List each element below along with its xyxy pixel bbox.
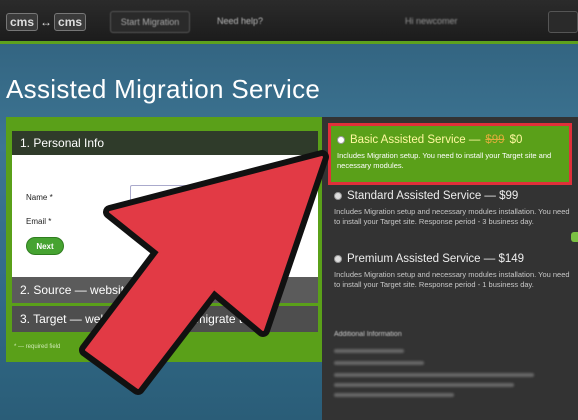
- plan-basic-description: Includes Migration setup. You need to in…: [337, 151, 552, 171]
- top-navigation-bar: cms ↔ cms Start Migration Need help? Hi …: [0, 0, 578, 44]
- email-field[interactable]: [130, 210, 296, 232]
- plan-standard[interactable]: Standard Assisted Service — $99 Includes…: [334, 190, 570, 227]
- user-greeting[interactable]: Hi newcomer: [405, 16, 458, 26]
- site-logo[interactable]: cms ↔ cms: [6, 13, 87, 31]
- radio-icon[interactable]: [334, 255, 342, 263]
- radio-selected-icon[interactable]: [337, 136, 345, 144]
- required-field-note: * — required field: [14, 344, 61, 350]
- plan-premium-title-row: Premium Assisted Service — $149: [334, 253, 570, 265]
- plan-premium-title: Premium Assisted Service — $149: [347, 253, 525, 265]
- plan-basic[interactable]: Basic Assisted Service — $99 $0 Includes…: [328, 123, 572, 185]
- account-menu-button[interactable]: [548, 11, 578, 33]
- plan-basic-old-price: $99: [485, 134, 505, 146]
- plan-standard-title-row: Standard Assisted Service — $99: [334, 190, 570, 202]
- side-tab-icon[interactable]: [571, 232, 578, 242]
- step-personal-info-header[interactable]: 1. Personal Info: [12, 131, 318, 155]
- name-field[interactable]: [130, 185, 296, 207]
- plan-basic-price: $0: [509, 134, 523, 146]
- plan-basic-title: Basic Assisted Service — $99 $0: [337, 134, 563, 146]
- plan-standard-title: Standard Assisted Service — $99: [347, 190, 519, 202]
- blurred-text: [334, 393, 454, 397]
- plan-premium[interactable]: Premium Assisted Service — $149 Includes…: [334, 253, 570, 290]
- logo-left: cms: [6, 13, 39, 31]
- logo-right: cms: [54, 13, 87, 31]
- page-title: Assisted Migration Service: [6, 74, 321, 104]
- radio-icon[interactable]: [334, 192, 342, 200]
- personal-info-form: Name * Email * Next: [12, 155, 318, 295]
- plan-standard-description: Includes Migration setup and necessary m…: [334, 207, 570, 227]
- step-target-header[interactable]: 3. Target — website you'd like to migrat…: [12, 306, 318, 332]
- additional-information-heading: Additional Information: [334, 331, 402, 338]
- blurred-text: [334, 373, 534, 377]
- step-source-header[interactable]: 2. Source — website you'd like to migrat…: [12, 277, 318, 303]
- plan-basic-label: Basic Assisted Service —: [350, 134, 481, 146]
- email-label: Email *: [26, 217, 52, 226]
- logo-separator-icon: ↔: [40, 15, 53, 29]
- start-migration-button[interactable]: Start Migration: [110, 11, 190, 33]
- need-help-link[interactable]: Need help?: [217, 16, 263, 26]
- name-label: Name *: [26, 193, 53, 202]
- migration-wizard: 1. Personal Info Name * Email * Next 2. …: [6, 117, 322, 362]
- blurred-link[interactable]: [334, 361, 424, 365]
- blurred-link[interactable]: [334, 349, 404, 353]
- plan-premium-description: Includes Migration setup and necessary m…: [334, 270, 570, 290]
- service-plans-panel: Basic Assisted Service — $99 $0 Includes…: [322, 117, 578, 420]
- next-button[interactable]: Next: [26, 237, 64, 255]
- blurred-text: [334, 383, 514, 387]
